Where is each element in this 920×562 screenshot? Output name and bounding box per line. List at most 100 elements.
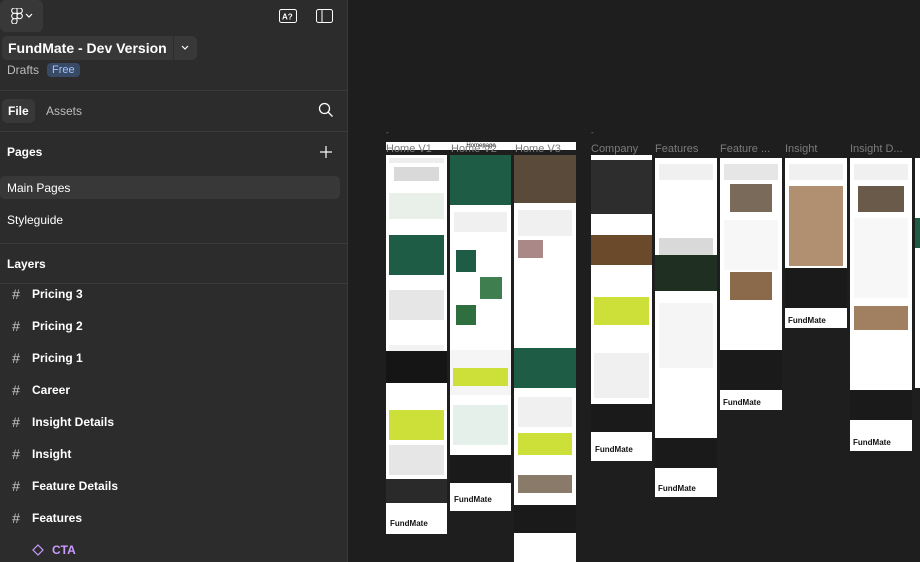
frame-home-v1[interactable]: FundMate — [386, 155, 447, 534]
frame-hash-icon: # — [12, 510, 20, 526]
frame-label-insight[interactable]: Insight — [785, 143, 817, 155]
card-grid — [518, 397, 572, 427]
frame-label-home-v2[interactable]: Home V2 — [451, 143, 497, 155]
layers-heading[interactable]: Layers — [7, 257, 46, 271]
frame-home-v2[interactable]: FundMate — [450, 155, 511, 511]
frame-hash-icon: # — [12, 286, 20, 302]
layer-item-career[interactable]: # Career — [0, 379, 347, 401]
frame-home-v3[interactable] — [514, 155, 576, 562]
search-layers-button[interactable] — [318, 102, 336, 120]
lime-stats-block — [594, 297, 649, 325]
chevron-down-icon — [181, 45, 189, 50]
layer-item-features[interactable]: # Features — [0, 507, 347, 529]
layer-label: Pricing 1 — [32, 351, 83, 365]
plus-icon — [320, 146, 332, 158]
frame-label-features[interactable]: Features — [655, 143, 698, 155]
article-body — [724, 220, 778, 270]
footer-brand: FundMate — [723, 398, 761, 407]
frame-label-home-v3[interactable]: Home V3 — [515, 143, 561, 155]
frame-company[interactable]: FundMate — [591, 155, 652, 461]
nav-bar — [389, 158, 444, 163]
team-photo — [591, 235, 652, 265]
frame-partial[interactable] — [915, 158, 920, 388]
section-marker: - — [591, 128, 594, 137]
article-photo — [858, 186, 904, 212]
dark-feature-band — [655, 255, 717, 291]
main-menu-button[interactable] — [0, 0, 43, 32]
frame-insight-details[interactable]: FundMate — [850, 158, 912, 451]
card-grid — [389, 290, 444, 320]
company-hero — [591, 160, 652, 214]
frame-label-company[interactable]: Company — [591, 143, 638, 155]
layers-panel: A? FundMate - Dev Version Drafts Free Fi… — [0, 0, 348, 562]
layer-label: Pricing 3 — [32, 287, 83, 301]
plan-badge[interactable]: Free — [47, 63, 80, 77]
footer-brand: FundMate — [658, 484, 696, 493]
insight-hero — [789, 164, 843, 180]
layer-item-insight[interactable]: # Insight — [0, 443, 347, 465]
search-icon — [318, 102, 333, 117]
layer-label: CTA — [52, 543, 76, 557]
pricing-cards — [453, 405, 508, 445]
hero-headline-block — [394, 167, 439, 181]
divider — [0, 131, 347, 132]
dark-testimonial-band — [386, 351, 447, 383]
design-canvas[interactable]: - - Homepage Home V1 Home V2 Home V3 Com… — [349, 0, 920, 562]
layer-item-pricing-2[interactable]: # Pricing 2 — [0, 315, 347, 337]
frame-label-feature-details[interactable]: Feature ... — [720, 143, 770, 155]
team-grid — [594, 353, 649, 398]
cta-photo-band — [591, 404, 652, 432]
detail-photo — [730, 184, 772, 212]
feature-image — [456, 250, 476, 272]
page-item-styleguide[interactable]: Styleguide — [0, 208, 340, 231]
frame-label-insight-details[interactable]: Insight D... — [850, 143, 903, 155]
frame-hash-icon: # — [12, 414, 20, 430]
layer-item-cta[interactable]: CTA — [0, 539, 347, 561]
layer-label: Feature Details — [32, 479, 119, 493]
lime-banner — [453, 368, 508, 386]
text-ai-icon: A? — [279, 9, 297, 23]
feature-list — [659, 303, 713, 368]
project-location[interactable]: Drafts — [7, 63, 39, 77]
chevron-down-icon — [25, 13, 32, 18]
layer-item-pricing-3[interactable]: # Pricing 3 — [0, 283, 347, 305]
pages-heading[interactable]: Pages — [7, 145, 42, 159]
tab-file[interactable]: File — [2, 99, 35, 123]
green-block — [915, 218, 920, 248]
svg-text:A?: A? — [282, 13, 293, 22]
file-name[interactable]: FundMate - Dev Version — [2, 36, 173, 60]
layer-label: Features — [32, 511, 83, 525]
file-menu-button[interactable] — [172, 36, 197, 60]
card-grid — [389, 445, 444, 475]
toggle-sidebar-button[interactable] — [314, 7, 334, 25]
frame-feature-details[interactable]: FundMate — [720, 158, 782, 410]
insight-thumbnails — [518, 475, 572, 493]
green-hero — [450, 155, 511, 205]
divider — [0, 90, 347, 91]
cta-photo-band — [450, 455, 511, 483]
footer-brand: FundMate — [454, 495, 492, 504]
frame-hash-icon: # — [12, 382, 20, 398]
frame-features[interactable]: FundMate — [655, 158, 717, 497]
detail-hero — [724, 164, 778, 180]
page-item-main-pages[interactable]: Main Pages — [0, 176, 340, 199]
cta-photo-band — [655, 438, 717, 468]
green-feature-block — [389, 235, 444, 275]
actions-ai-button[interactable]: A? — [278, 7, 298, 25]
add-page-button[interactable] — [319, 145, 333, 159]
cta-photo-band — [386, 479, 447, 503]
tab-assets[interactable]: Assets — [40, 99, 88, 123]
layer-item-pricing-1[interactable]: # Pricing 1 — [0, 347, 347, 369]
layer-label: Pricing 2 — [32, 319, 83, 333]
frame-label-home-v1[interactable]: Home V1 — [386, 143, 432, 155]
frame-insight[interactable]: FundMate — [785, 158, 847, 328]
file-meta: Drafts Free — [7, 63, 80, 77]
panel-toolbar: A? — [0, 0, 347, 34]
footer-brand: FundMate — [595, 445, 633, 454]
layer-item-feature-details[interactable]: # Feature Details — [0, 475, 347, 497]
insight-article-grid — [789, 186, 843, 266]
panel-tabs: File Assets — [0, 99, 347, 123]
feature-image — [456, 305, 476, 325]
detail-photo — [730, 272, 772, 300]
layer-item-insight-details[interactable]: # Insight Details — [0, 411, 347, 433]
